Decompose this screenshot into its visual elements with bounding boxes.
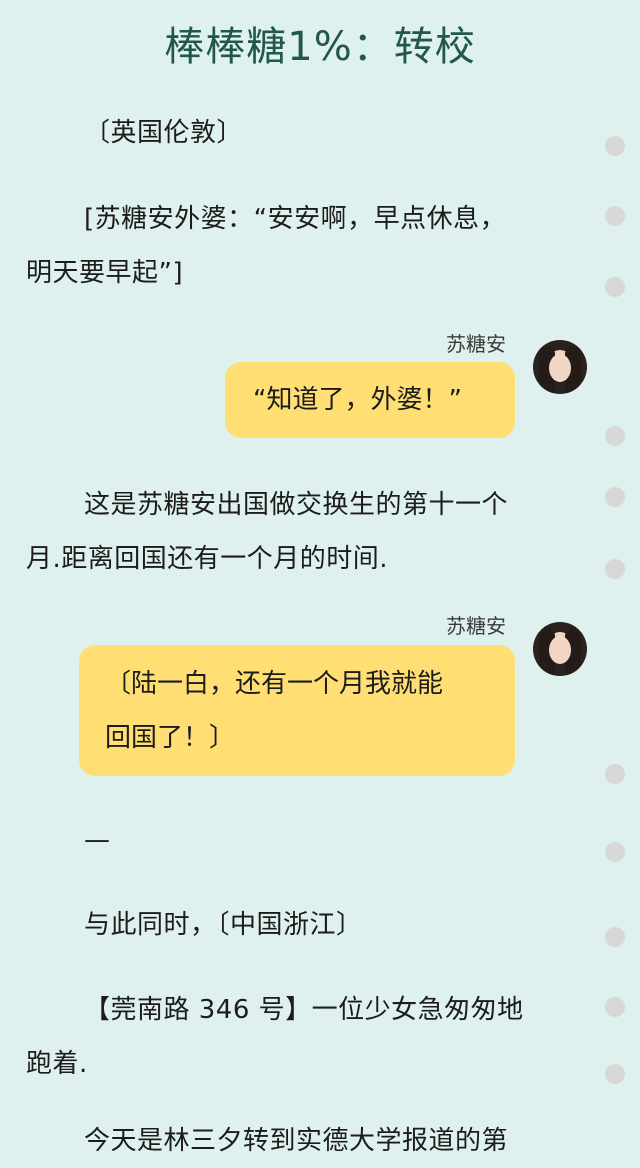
scroll-dot-indicator[interactable] [605,426,625,446]
scroll-dot-indicator[interactable] [605,206,625,226]
scroll-dot-indicator[interactable] [605,1064,625,1084]
paragraph-line: 【莞南路 346 号】一位少女急匆匆地 [84,995,524,1025]
paragraph-meanwhile: 与此同时，〔中国浙江〕 [26,898,566,952]
paragraph-line: 今天是林三夕转到实德大学报道的第 [84,1126,509,1156]
chat-bubble-text: “知道了，外婆！” [253,385,462,415]
girl-avatar-icon[interactable] [533,340,587,394]
paragraph-line: 这是苏糖安出国做交换生的第十一个 [84,490,509,520]
scroll-dot-indicator[interactable] [605,842,625,862]
paragraph-line: 月.距离回国还有一个月的时间. [26,544,389,574]
chat-bubble[interactable]: 〔陆一白，还有一个月我就能 回国了！〕 [79,645,515,776]
chat-bubble[interactable]: “知道了，外婆！” [225,362,515,438]
paragraph-transfer-day: 今天是林三夕转到实德大学报道的第 [26,1114,566,1168]
message-sender-name: 苏糖安 [446,614,506,638]
chat-bubble-text: 回国了！〕 [105,723,236,753]
girl-avatar-icon[interactable] [533,622,587,676]
scroll-dot-indicator[interactable] [605,487,625,507]
scroll-dot-indicator[interactable] [605,136,625,156]
paragraph-line: 跑着. [26,1049,88,1079]
scroll-dot-indicator[interactable] [605,927,625,947]
scroll-dot-indicator[interactable] [605,277,625,297]
chat-bubble-text: 〔陆一白，还有一个月我就能 [105,669,444,699]
scroll-dot-indicator[interactable] [605,997,625,1017]
paragraph-line: 明天要早起”] [26,258,184,288]
paragraph-exchange-student: 这是苏糖安出国做交换生的第十一个 月.距离回国还有一个月的时间. [26,478,566,586]
paragraph-location-london: 〔英国伦敦〕 [26,106,566,160]
scroll-dot-indicator[interactable] [605,764,625,784]
scroll-dot-indicator[interactable] [605,559,625,579]
paragraph-girl-running: 【莞南路 346 号】一位少女急匆匆地 跑着. [26,983,566,1091]
paragraph-line: 〔英国伦敦〕 [84,118,244,148]
paragraph-line: — [84,825,111,855]
paragraph-grandma-quote: [苏糖安外婆：“安安啊，早点休息， 明天要早起”] [26,192,566,300]
paragraph-line: 与此同时，〔中国浙江〕 [84,910,363,940]
message-sender-name: 苏糖安 [446,332,506,356]
paragraph-divider: — [26,813,566,867]
paragraph-line: [苏糖安外婆：“安安啊，早点休息， [84,204,507,234]
page-title: 棒棒糖1%：转校 [164,24,476,70]
